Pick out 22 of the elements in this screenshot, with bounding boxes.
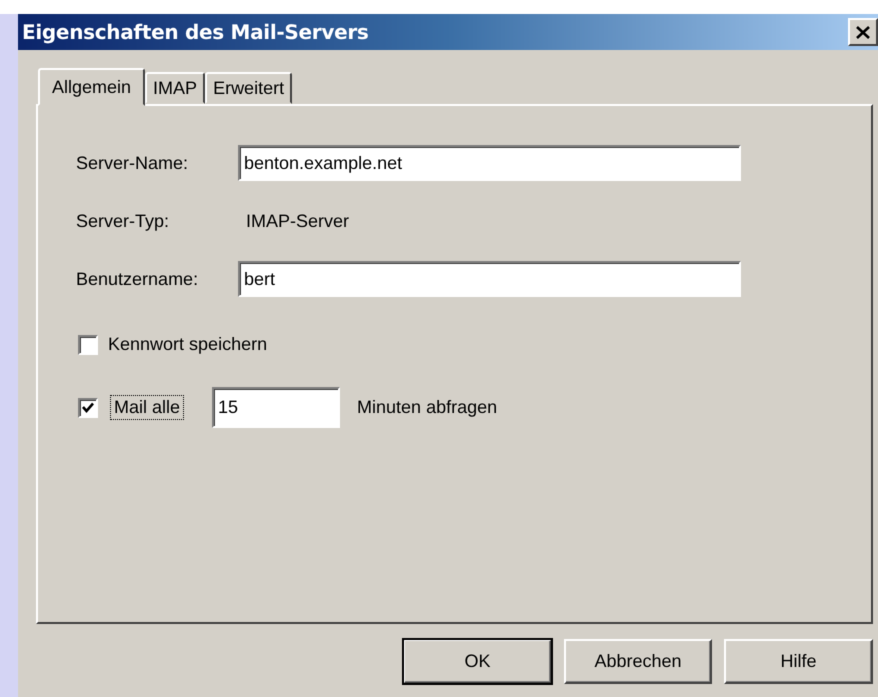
input-field[interactable]: benton.example.net bbox=[238, 145, 741, 181]
tab[interactable]: IMAP bbox=[145, 72, 206, 104]
field-label: Server-Typ: bbox=[76, 210, 170, 232]
checkbox-label: Kennwort speichern bbox=[108, 334, 268, 355]
unit-label: Minuten abfragen bbox=[357, 397, 498, 418]
window-title: Eigenschaften des Mail-Servers bbox=[22, 20, 369, 44]
field-value: IMAP-Server bbox=[245, 210, 350, 232]
input-field[interactable]: 15 bbox=[212, 387, 340, 428]
dialog-button[interactable]: Hilfe bbox=[724, 639, 873, 684]
field-label: Benutzername: bbox=[76, 268, 200, 290]
checkbox[interactable] bbox=[78, 398, 98, 418]
field-label: Server-Name: bbox=[76, 152, 190, 174]
dialog-button[interactable]: Abbrechen bbox=[564, 639, 712, 684]
tab[interactable]: Erweitert bbox=[205, 72, 292, 104]
dialog-button[interactable]: OK bbox=[403, 639, 552, 684]
close-icon bbox=[856, 26, 870, 38]
checkbox[interactable] bbox=[78, 334, 98, 354]
tab[interactable]: Allgemein bbox=[38, 68, 146, 106]
check-icon bbox=[82, 402, 94, 413]
close-button[interactable] bbox=[848, 18, 878, 46]
input-field[interactable]: bert bbox=[238, 261, 741, 297]
checkbox-label: Mail alle bbox=[112, 397, 182, 418]
